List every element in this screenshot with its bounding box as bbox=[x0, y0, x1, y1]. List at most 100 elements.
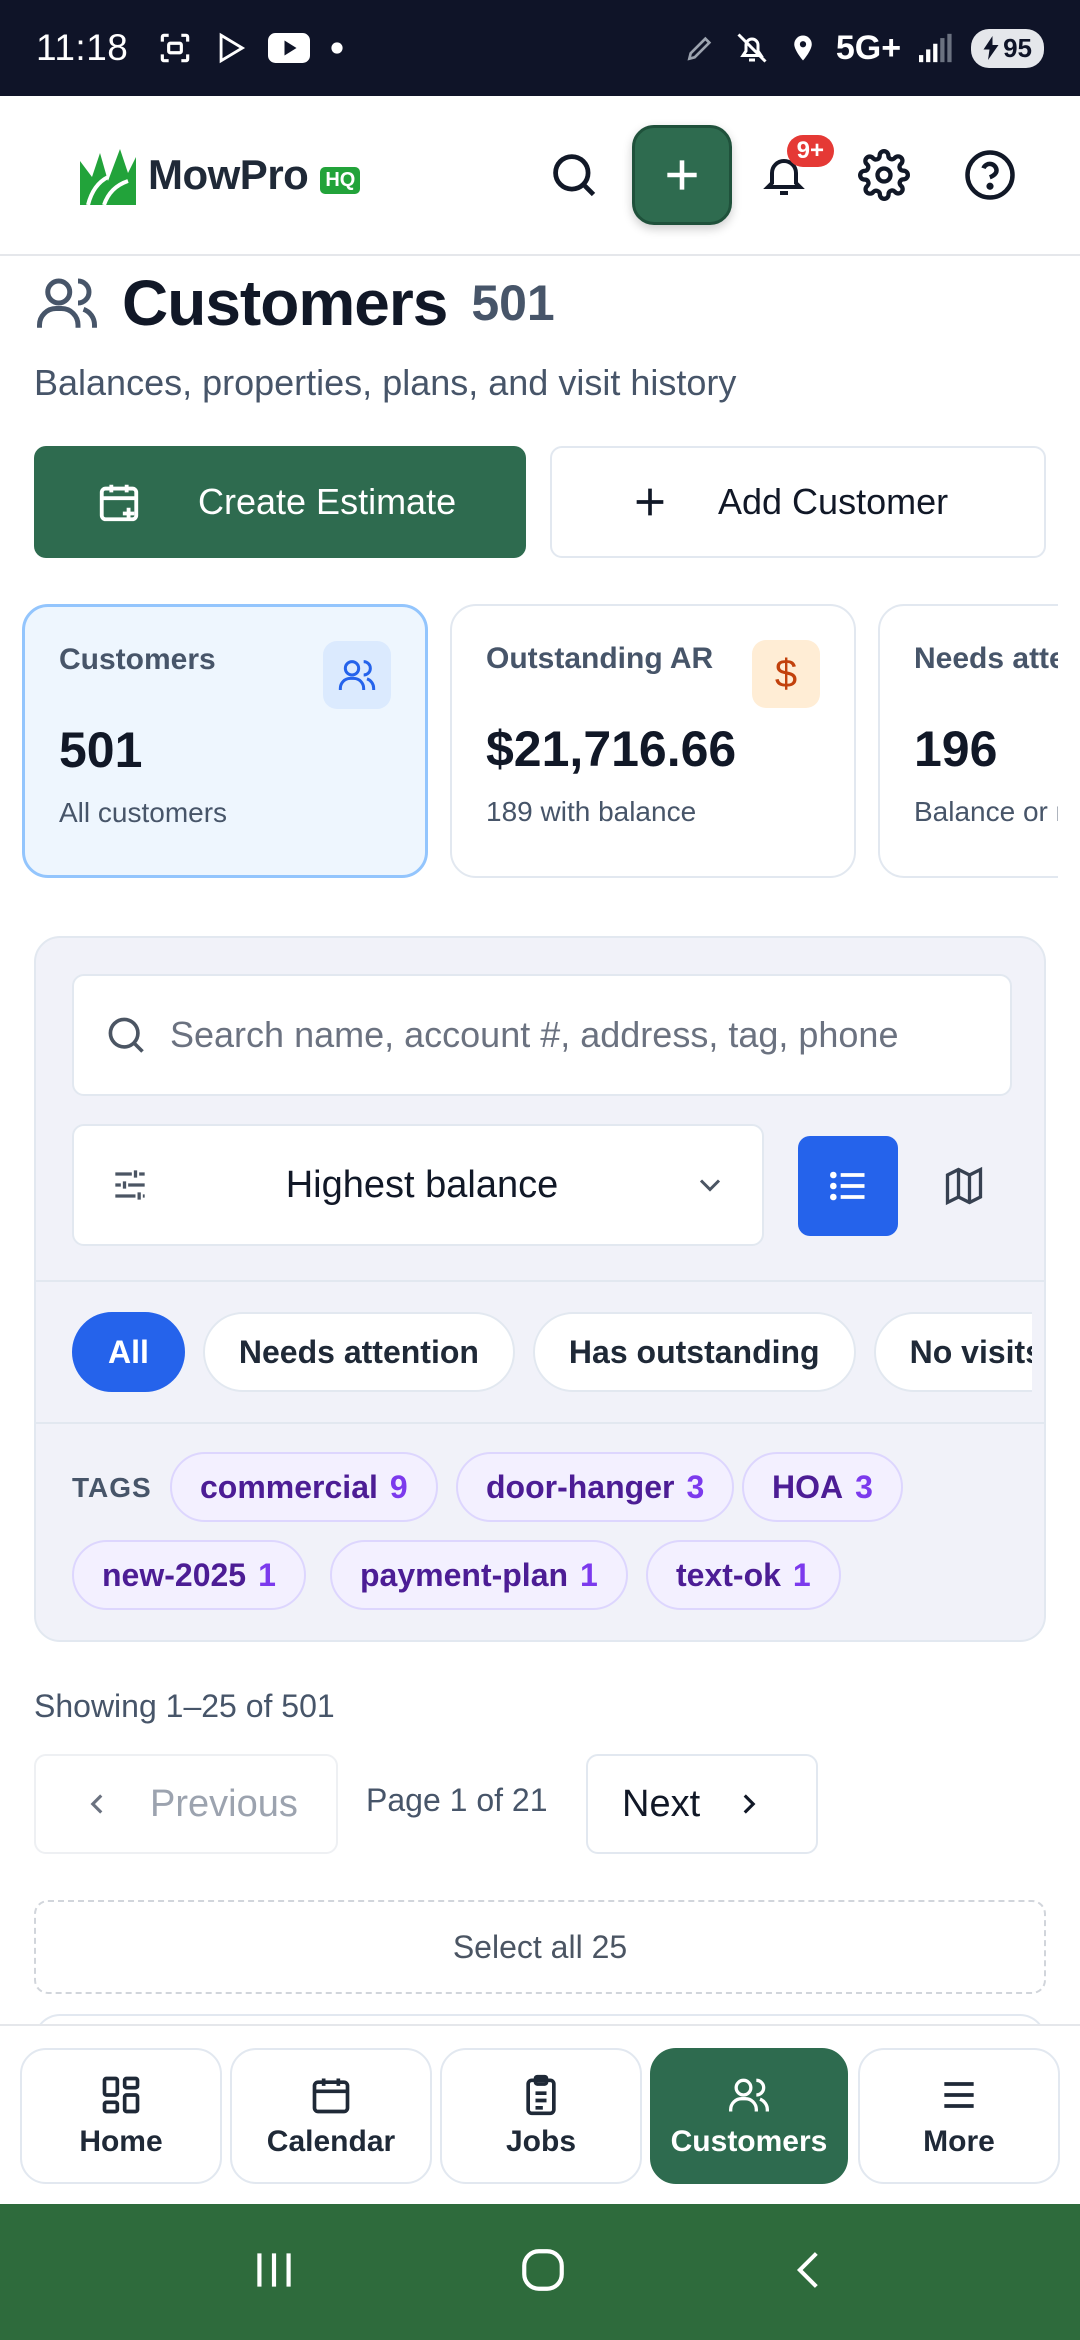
nav-label: Customers bbox=[670, 2125, 828, 2158]
dollar-glyph: $ bbox=[774, 651, 798, 696]
add-customer-button[interactable]: Add Customer bbox=[550, 446, 1046, 558]
search-box[interactable] bbox=[72, 974, 1012, 1096]
tag-text-ok[interactable]: text-ok 1 bbox=[646, 1540, 841, 1610]
divider bbox=[36, 1422, 1044, 1424]
app-header: MowPro HQ 9+ bbox=[0, 96, 1080, 256]
quick-filter-chips: All Needs attention Has outstanding No v… bbox=[72, 1312, 1032, 1396]
grass-logo-icon bbox=[80, 149, 136, 205]
quick-add-button[interactable] bbox=[632, 125, 732, 225]
tag-new-2025[interactable]: new-2025 1 bbox=[72, 1540, 306, 1610]
tag-count: 3 bbox=[855, 1468, 873, 1505]
tag-commercial[interactable]: commercial 9 bbox=[170, 1452, 438, 1522]
youtube-icon bbox=[268, 33, 311, 63]
chip-needs-attention[interactable]: Needs attention bbox=[202, 1312, 515, 1392]
calendar-plus-icon bbox=[99, 484, 139, 522]
nav-home[interactable]: Home bbox=[20, 2048, 222, 2184]
stats-carousel[interactable]: Customers 501 All customers Outstanding … bbox=[22, 604, 1058, 880]
battery-level: 95 bbox=[1003, 32, 1032, 63]
mute-icon bbox=[737, 33, 767, 63]
page-indicator: Page 1 of 21 bbox=[366, 1782, 548, 1818]
dot-icon bbox=[331, 42, 343, 54]
logo-badge: HQ bbox=[320, 166, 361, 194]
previous-page-button[interactable]: Previous bbox=[34, 1754, 338, 1854]
tag-hoa[interactable]: HOA 3 bbox=[742, 1452, 903, 1522]
tag-name: payment-plan bbox=[360, 1556, 569, 1593]
nav-customers[interactable]: Customers bbox=[650, 2048, 848, 2184]
divider bbox=[36, 1280, 1044, 1282]
results-summary: Showing 1–25 of 501 bbox=[34, 1688, 335, 1724]
page-title-row: Customers 501 bbox=[34, 266, 555, 340]
search-input[interactable] bbox=[170, 1014, 950, 1056]
sliders-icon bbox=[115, 1170, 145, 1200]
stat-value: $21,716.66 bbox=[486, 721, 737, 777]
tag-payment-plan[interactable]: payment-plan 1 bbox=[330, 1540, 628, 1610]
select-all-button[interactable]: Select all 25 bbox=[34, 1900, 1046, 1994]
battery-indicator: 95 bbox=[971, 28, 1044, 68]
nav-label: Calendar bbox=[266, 2125, 396, 2158]
notifications-button[interactable]: 9+ bbox=[734, 125, 834, 225]
help-button[interactable] bbox=[940, 125, 1040, 225]
system-navigation-bar bbox=[0, 2204, 1080, 2340]
customer-count: 501 bbox=[471, 275, 555, 331]
tag-name: text-ok bbox=[676, 1556, 781, 1593]
map-view-toggle[interactable] bbox=[914, 1136, 1014, 1236]
clipboard-icon bbox=[526, 2074, 556, 2116]
plus-icon bbox=[667, 160, 697, 190]
tag-count: 3 bbox=[686, 1468, 705, 1505]
settings-button[interactable] bbox=[834, 125, 934, 225]
play-store-icon bbox=[220, 32, 246, 64]
filter-panel: Highest balance All Needs attention Has … bbox=[34, 936, 1046, 1642]
tag-name: HOA bbox=[772, 1468, 844, 1505]
sort-dropdown[interactable]: Highest balance bbox=[72, 1124, 764, 1246]
nav-calendar[interactable]: Calendar bbox=[230, 2048, 432, 2184]
home-button[interactable] bbox=[518, 2245, 568, 2300]
chevron-down-icon bbox=[699, 1179, 721, 1192]
tag-name: door-hanger bbox=[486, 1468, 675, 1505]
stat-card-outstanding-ar[interactable]: Outstanding AR $ $21,716.66 189 with bal… bbox=[450, 604, 856, 878]
map-icon bbox=[945, 1166, 983, 1206]
stat-card-customers[interactable]: Customers 501 All customers bbox=[22, 604, 428, 878]
stat-value: 501 bbox=[59, 722, 143, 778]
dollar-icon: $ bbox=[752, 640, 820, 708]
pen-icon bbox=[687, 36, 712, 61]
back-button[interactable] bbox=[787, 2245, 831, 2300]
sort-value: Highest balance bbox=[285, 1163, 559, 1206]
search-icon bbox=[108, 1017, 144, 1053]
users-icon bbox=[323, 641, 391, 709]
nav-label: More bbox=[923, 2125, 995, 2158]
nav-label: Jobs bbox=[505, 2125, 577, 2158]
create-estimate-label: Create Estimate bbox=[198, 481, 457, 522]
chip-no-visits[interactable]: No visits bbox=[873, 1312, 1032, 1392]
plus-icon bbox=[636, 488, 664, 516]
tag-count: 1 bbox=[580, 1556, 598, 1593]
app-logo[interactable]: MowPro HQ bbox=[76, 145, 361, 205]
next-page-button[interactable]: Next bbox=[586, 1754, 818, 1854]
tags-label: TAGS bbox=[72, 1472, 152, 1503]
bottom-navigation: Home Calendar Jobs Customers More bbox=[0, 2024, 1080, 2204]
back-icon bbox=[796, 2251, 818, 2288]
stat-sub: All customers bbox=[59, 797, 228, 828]
tag-count: 9 bbox=[389, 1468, 408, 1505]
stat-sub: 189 with balance bbox=[486, 796, 697, 827]
tag-door-hanger[interactable]: door-hanger 3 bbox=[456, 1452, 735, 1522]
screenshot-icon bbox=[161, 33, 190, 63]
search-button[interactable] bbox=[524, 125, 624, 225]
page-subtitle: Balances, properties, plans, and visit h… bbox=[34, 362, 737, 403]
previous-label: Previous bbox=[150, 1782, 298, 1825]
search-icon bbox=[553, 154, 596, 197]
status-notification-icons bbox=[156, 29, 344, 67]
users-icon bbox=[37, 278, 97, 328]
stat-card-needs-attention[interactable]: Needs attention 196 Balance or no visits bbox=[878, 604, 1058, 878]
next-label: Next bbox=[622, 1782, 701, 1825]
recents-button[interactable] bbox=[249, 2248, 299, 2297]
nav-jobs[interactable]: Jobs bbox=[440, 2048, 642, 2184]
gear-icon bbox=[858, 149, 910, 201]
create-estimate-button[interactable]: Create Estimate bbox=[34, 446, 526, 558]
nav-more[interactable]: More bbox=[858, 2048, 1060, 2184]
network-label: 5G+ bbox=[835, 28, 902, 67]
chip-all[interactable]: All bbox=[72, 1312, 185, 1392]
list-view-toggle[interactable] bbox=[798, 1136, 898, 1236]
chip-has-outstanding[interactable]: Has outstanding bbox=[532, 1312, 856, 1392]
tag-name: new-2025 bbox=[102, 1556, 247, 1593]
charging-icon bbox=[983, 36, 999, 60]
